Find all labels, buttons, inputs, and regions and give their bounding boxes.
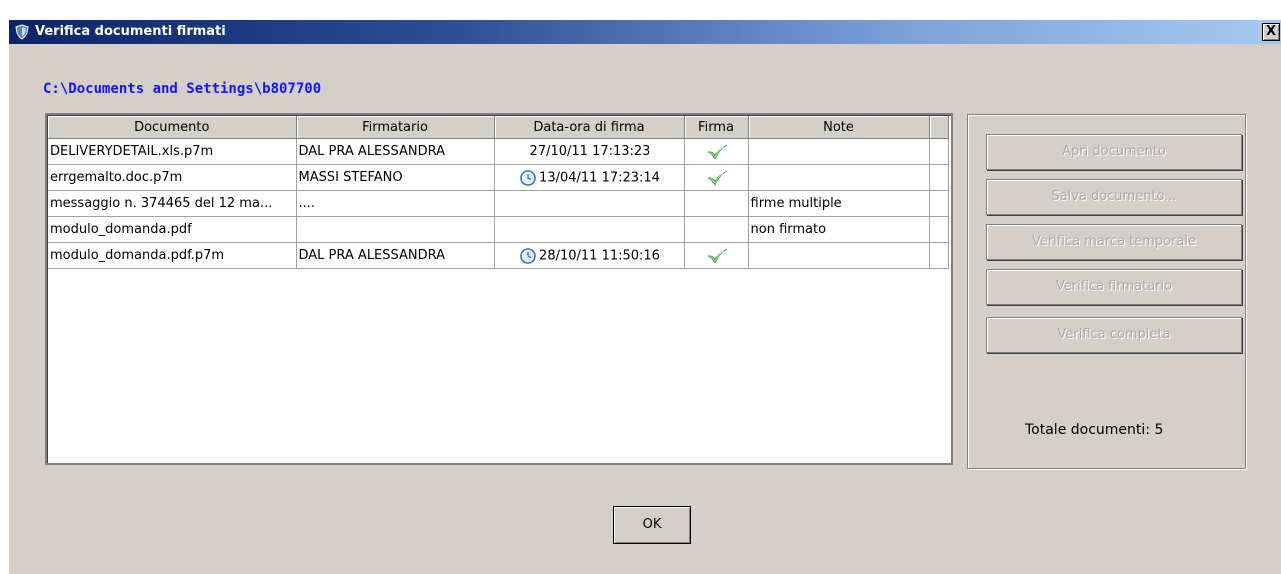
cell-note — [748, 164, 930, 191]
column-header-note[interactable]: Note — [748, 116, 930, 139]
timestamp-text: 13/04/11 17:23:14 — [539, 170, 660, 185]
cell-data — [494, 216, 685, 243]
apri-documento-button[interactable]: Apri documento — [986, 134, 1242, 170]
column-header-data[interactable]: Data-ora di firma — [494, 116, 685, 139]
cell-data: 28/10/11 11:50:16 — [494, 242, 685, 269]
cell-data: 27/10/11 17:13:23 — [494, 138, 685, 165]
cell-data: 13/04/11 17:23:14 — [494, 164, 685, 191]
cell-documento: modulo_domanda.pdf.p7m — [48, 242, 297, 269]
cell-filler — [929, 216, 949, 243]
column-header-documento[interactable]: Documento — [48, 116, 297, 139]
documents-table-frame[interactable]: Documento Firmatario Data-ora di firma F… — [45, 113, 953, 465]
table-row[interactable]: modulo_domanda.pdf.p7m DAL PRA ALESSANDR… — [48, 242, 949, 269]
cell-firmatario — [296, 216, 495, 243]
cell-firma — [684, 190, 749, 217]
cell-filler — [929, 138, 949, 165]
cell-firma — [684, 216, 749, 243]
document-count: Totale documenti: 5 — [1025, 422, 1164, 438]
checkmark-icon — [706, 144, 728, 160]
folder-path: C:\Documents and Settings\b807700 — [43, 81, 322, 97]
shield-icon — [15, 24, 29, 40]
verifica-marca-temporale-button[interactable]: Verifica marca temporale — [986, 224, 1242, 260]
checkmark-icon — [706, 170, 728, 186]
cell-firmatario: DAL PRA ALESSANDRA — [296, 138, 495, 165]
documents-table: Documento Firmatario Data-ora di firma F… — [48, 116, 949, 269]
cell-firmatario: .... — [296, 190, 495, 217]
cell-note — [748, 138, 930, 165]
salva-documento-button[interactable]: Salva documento... — [986, 179, 1242, 215]
table-header: Documento Firmatario Data-ora di firma F… — [48, 116, 949, 139]
cell-firma — [684, 242, 749, 269]
cell-documento: messaggio n. 374465 del 12 ma... — [48, 190, 297, 217]
cell-data — [494, 190, 685, 217]
window-title: Verifica documenti firmati — [35, 24, 226, 39]
column-header-filler — [929, 116, 949, 139]
column-header-firma[interactable]: Firma — [684, 116, 749, 139]
table-row[interactable]: messaggio n. 374465 del 12 ma... .... fi… — [48, 190, 949, 217]
checkmark-icon — [706, 248, 728, 264]
cell-note: firme multiple — [748, 190, 930, 217]
verifica-completa-button[interactable]: Verifica completa — [986, 317, 1242, 353]
close-icon: X — [1265, 24, 1277, 39]
table-row[interactable]: modulo_domanda.pdf non firmato — [48, 216, 949, 243]
cell-filler — [929, 242, 949, 269]
cell-firmatario: DAL PRA ALESSANDRA — [296, 242, 495, 269]
verifica-firmatario-button[interactable]: Verifica firmatario — [986, 269, 1242, 305]
title-bar[interactable]: Verifica documenti firmati X — [9, 20, 1281, 44]
cell-documento: modulo_domanda.pdf — [48, 216, 297, 243]
cell-firma — [684, 138, 749, 165]
clock-icon — [520, 169, 536, 186]
ok-button[interactable]: OK — [613, 506, 691, 544]
cell-firmatario: MASSI STEFANO — [296, 164, 495, 191]
cell-note — [748, 242, 930, 269]
cell-firma — [684, 164, 749, 191]
cell-documento: DELIVERYDETAIL.xls.p7m — [48, 138, 297, 165]
timestamp-text: 27/10/11 17:13:23 — [529, 144, 651, 159]
timestamp-text: 28/10/11 11:50:16 — [539, 248, 660, 263]
dialog-window: Verifica documenti firmati X C:\Document… — [9, 20, 1281, 574]
table-row[interactable]: DELIVERYDETAIL.xls.p7m DAL PRA ALESSANDR… — [48, 138, 949, 165]
close-button[interactable]: X — [1262, 23, 1280, 41]
cell-note: non firmato — [748, 216, 930, 243]
cell-documento: errgemalto.doc.p7m — [48, 164, 297, 191]
clock-icon — [520, 247, 536, 264]
column-header-firmatario[interactable]: Firmatario — [296, 116, 495, 139]
cell-filler — [929, 164, 949, 191]
table-row[interactable]: errgemalto.doc.p7m MASSI STEFANO 13/04/1… — [48, 164, 949, 191]
cell-filler — [929, 190, 949, 217]
